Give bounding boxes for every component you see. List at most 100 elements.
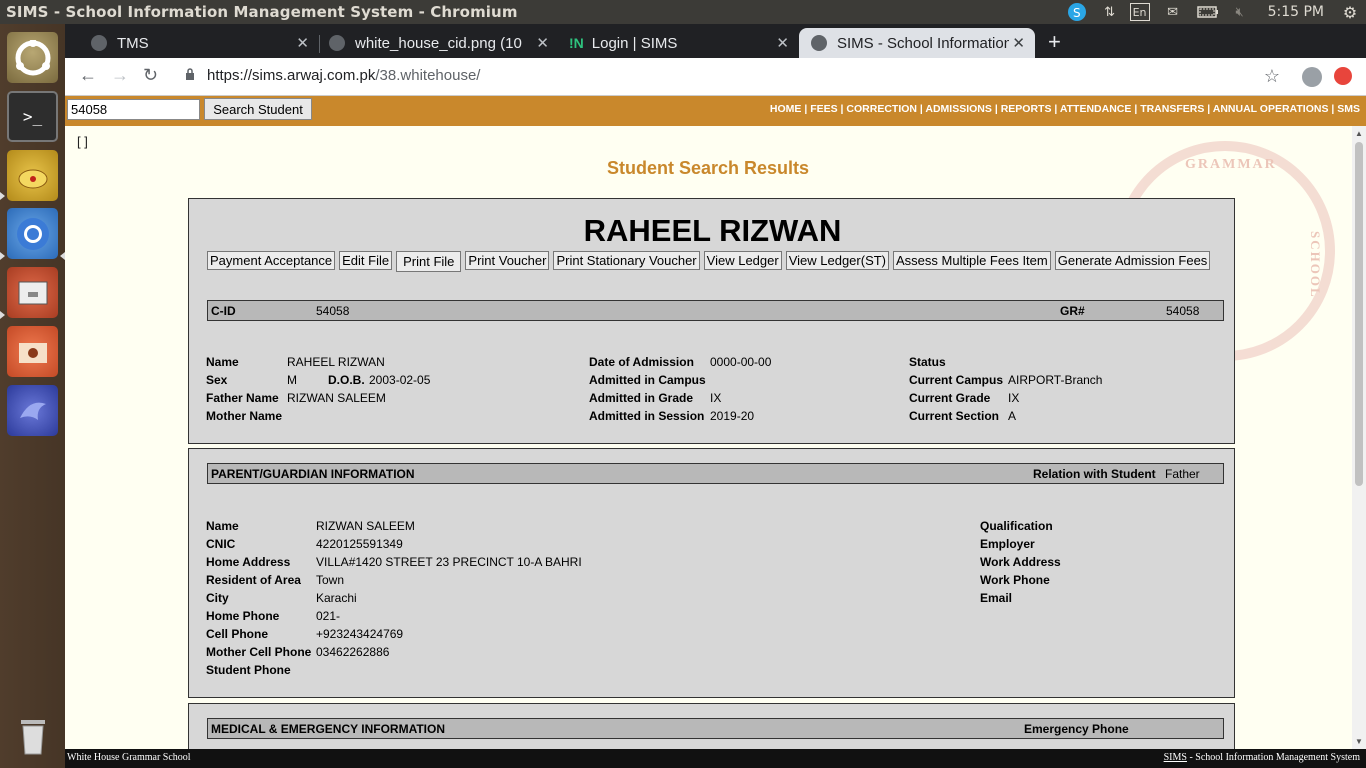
mail-icon[interactable]: ✉ bbox=[1162, 0, 1184, 24]
lamp-app-icon[interactable] bbox=[7, 150, 58, 201]
close-icon[interactable]: ✕ bbox=[1012, 34, 1025, 52]
new-tab-button[interactable]: + bbox=[1048, 29, 1061, 55]
gear-icon[interactable]: ⚙ bbox=[1340, 0, 1360, 24]
sims-favicon-icon: !N bbox=[569, 35, 584, 51]
battery-icon[interactable] bbox=[1196, 0, 1220, 24]
gr-value: 54058 bbox=[1166, 304, 1200, 318]
view-ledger-st-button[interactable]: View Ledger(ST) bbox=[785, 251, 890, 270]
lock-icon[interactable] bbox=[185, 68, 195, 80]
close-icon[interactable]: ✕ bbox=[776, 34, 789, 52]
tab-tms[interactable]: TMS ✕ bbox=[75, 28, 320, 58]
scroll-down-arrow-icon[interactable]: ▼ bbox=[1355, 737, 1363, 746]
current-campus-label: Current Campus bbox=[909, 373, 1004, 387]
window-title: SIMS - School Information Management Sys… bbox=[6, 3, 518, 21]
generate-admission-fees-button[interactable]: Generate Admission Fees bbox=[1054, 251, 1211, 270]
globe-icon bbox=[329, 35, 345, 51]
menu-correction[interactable]: CORRECTION bbox=[846, 103, 917, 115]
dolphin-icon[interactable] bbox=[7, 385, 58, 436]
close-icon[interactable]: ✕ bbox=[296, 34, 309, 52]
qualification-label: Qualification bbox=[980, 519, 1053, 533]
edit-file-button[interactable]: Edit File bbox=[339, 251, 393, 270]
dob-value: 2003-02-05 bbox=[369, 373, 431, 387]
profile-avatar[interactable] bbox=[1302, 67, 1322, 87]
forward-arrow-icon[interactable]: → bbox=[111, 65, 129, 86]
resident-area-value: Town bbox=[316, 573, 345, 587]
scroll-up-arrow-icon[interactable]: ▲ bbox=[1355, 129, 1363, 138]
page-content: Search Student HOME | FEES | CORRECTION … bbox=[65, 96, 1366, 768]
relation-label: Relation with Student bbox=[1033, 467, 1156, 481]
empty-array-text: [ ] bbox=[77, 134, 88, 149]
close-icon[interactable]: ✕ bbox=[536, 34, 549, 52]
tab-sims-active[interactable]: SIMS - School Information ✕ bbox=[799, 28, 1035, 58]
menu-admissions[interactable]: ADMISSIONS bbox=[925, 103, 992, 115]
volume-muted-icon[interactable]: 🔇︎ bbox=[1230, 0, 1250, 24]
father-name-label: Father Name bbox=[206, 391, 279, 405]
search-student-button[interactable]: Search Student bbox=[204, 98, 312, 120]
top-nav-bar: Search Student HOME | FEES | CORRECTION … bbox=[65, 96, 1366, 126]
menu-transfers[interactable]: TRANSFERS bbox=[1140, 103, 1204, 115]
menu-annual-operations[interactable]: ANNUAL OPERATIONS bbox=[1213, 103, 1329, 115]
home-phone-label: Home Phone bbox=[206, 609, 280, 623]
tab-label: Login | SIMS bbox=[591, 34, 678, 52]
medical-header-bar: MEDICAL & EMERGENCY INFORMATION Emergenc… bbox=[207, 718, 1224, 739]
view-ledger-button[interactable]: View Ledger bbox=[703, 251, 782, 270]
menu-sms[interactable]: SMS bbox=[1337, 103, 1360, 115]
tab-login-sims[interactable]: !N Login | SIMS ✕ bbox=[559, 28, 799, 58]
ubuntu-dash-icon[interactable] bbox=[7, 32, 58, 83]
name-label: Name bbox=[206, 355, 239, 369]
globe-icon bbox=[811, 35, 827, 51]
admitted-campus-label: Admitted in Campus bbox=[589, 373, 706, 387]
reload-icon[interactable]: ↻ bbox=[143, 65, 158, 86]
scrollbar-thumb[interactable] bbox=[1355, 142, 1363, 486]
extension-icon[interactable] bbox=[1334, 67, 1352, 85]
files-icon[interactable] bbox=[7, 267, 58, 318]
chromium-icon[interactable] bbox=[7, 208, 58, 259]
running-indicator bbox=[0, 311, 5, 319]
back-arrow-icon[interactable]: ← bbox=[79, 65, 97, 86]
guardian-name-label: Name bbox=[206, 519, 239, 533]
home-phone-value: 021- bbox=[316, 609, 341, 623]
url-path: /38.whitehouse/ bbox=[375, 67, 481, 84]
print-voucher-button[interactable]: Print Voucher bbox=[465, 251, 550, 270]
trash-icon[interactable] bbox=[7, 710, 58, 761]
cell-phone-value: +923243424769 bbox=[316, 627, 404, 641]
date-of-admission-label: Date of Admission bbox=[589, 355, 694, 369]
current-campus-value: AIRPORT-Branch bbox=[1008, 373, 1103, 387]
network-icon[interactable]: ⇅ bbox=[1098, 0, 1122, 24]
clock[interactable]: 5:15 PM bbox=[1268, 0, 1324, 24]
menu-fees[interactable]: FEES bbox=[810, 103, 837, 115]
menu-attendance[interactable]: ATTENDANCE bbox=[1060, 103, 1132, 115]
guardian-info-panel: PARENT/GUARDIAN INFORMATION Relation wit… bbox=[188, 448, 1235, 698]
terminal-icon[interactable]: >_ bbox=[7, 91, 58, 142]
assess-multiple-fees-button[interactable]: Assess Multiple Fees Item bbox=[893, 251, 1051, 270]
current-section-label: Current Section bbox=[909, 409, 1000, 423]
tab-label: white_house_cid.png (10 bbox=[355, 34, 522, 52]
page-scrollbar[interactable]: ▲ ▼ bbox=[1352, 126, 1366, 749]
print-stationary-voucher-button[interactable]: Print Stationary Voucher bbox=[553, 251, 700, 270]
print-file-button[interactable]: Print File bbox=[396, 251, 462, 272]
payment-acceptance-button[interactable]: Payment Acceptance bbox=[207, 251, 336, 270]
admitted-grade-value: IX bbox=[710, 391, 722, 405]
father-name-value: RIZWAN SALEEM bbox=[287, 391, 386, 405]
cid-label: C-ID bbox=[211, 304, 236, 318]
guardian-name-value: RIZWAN SALEEM bbox=[316, 519, 415, 533]
medical-section-title: MEDICAL & EMERGENCY INFORMATION bbox=[211, 722, 446, 736]
status-label: Status bbox=[909, 355, 946, 369]
menu-home[interactable]: HOME bbox=[770, 103, 802, 115]
tab-label: TMS bbox=[117, 34, 149, 52]
mother-name-label: Mother Name bbox=[206, 409, 283, 423]
keyboard-language[interactable]: En bbox=[1129, 3, 1150, 21]
system-tray: S ⇅ En ✉ 🔇︎ 5:15 PM ⚙ bbox=[1066, 0, 1366, 24]
sims-footer-link[interactable]: SIMS bbox=[1164, 752, 1187, 763]
student-search-input[interactable] bbox=[67, 99, 200, 120]
city-value: Karachi bbox=[316, 591, 357, 605]
file-manager-icon[interactable] bbox=[7, 326, 58, 377]
menu-reports[interactable]: REPORTS bbox=[1001, 103, 1052, 115]
bookmark-star-icon[interactable]: ☆ bbox=[1264, 66, 1280, 87]
student-name-heading: RAHEEL RIZWAN bbox=[583, 213, 842, 248]
sex-value: M bbox=[287, 373, 297, 387]
tab-white-house-cid[interactable]: white_house_cid.png (10 ✕ bbox=[319, 28, 559, 58]
cid-value: 54058 bbox=[316, 304, 350, 318]
skype-icon[interactable]: S bbox=[1066, 1, 1088, 23]
url-field[interactable]: https://sims.arwaj.com.pk/38.whitehouse/ bbox=[207, 67, 480, 84]
